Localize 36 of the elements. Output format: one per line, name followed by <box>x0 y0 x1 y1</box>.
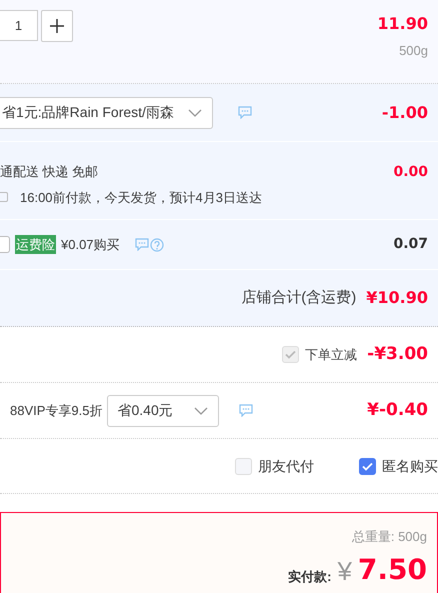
help-icon[interactable] <box>150 238 164 252</box>
insurance-price: ¥0.07购买 <box>61 236 120 254</box>
delivery-note: 16:00前付款，今天发货，预计4月3日送达 <box>20 188 262 206</box>
check-icon <box>285 350 296 359</box>
insurance-badge: 运费险 <box>15 234 56 254</box>
quantity-field[interactable]: 1 <box>0 10 38 41</box>
checkbox[interactable] <box>359 458 376 474</box>
plus-icon <box>50 19 64 33</box>
total-weight: 总重量: 500g <box>352 528 427 546</box>
pay-total: 7.50 <box>358 552 427 588</box>
currency-sign: ¥ <box>337 554 352 588</box>
delivery-amount: 0.00 <box>393 163 428 182</box>
chevron-down-icon <box>188 108 202 116</box>
vip-label: 88VIP专享9.5折 <box>10 402 102 420</box>
option-label: 朋友代付 <box>258 456 314 476</box>
discount-amount: -1.00 <box>382 102 428 124</box>
chat-icon[interactable] <box>238 404 252 417</box>
pay-label: 实付款: <box>288 568 332 586</box>
vip-discount-select[interactable]: 省0.40元 <box>106 394 218 426</box>
chat-icon[interactable] <box>134 238 149 251</box>
item-weight: 500g <box>399 42 428 60</box>
shop-total-label: 店铺合计(含运费) <box>241 288 356 308</box>
item-price: 11.90 <box>377 13 428 35</box>
instant-discount-amount: -¥3.00 <box>367 342 428 366</box>
option-label: 匿名购买 <box>382 456 438 476</box>
shop-total-amount: ¥10.90 <box>366 287 428 309</box>
discount-select[interactable]: 省1元:品牌Rain Forest/雨森 <box>0 96 213 128</box>
vip-amount: ¥-0.40 <box>367 398 428 422</box>
plus-button[interactable] <box>41 10 73 42</box>
checkbox[interactable] <box>0 236 10 253</box>
check-icon <box>362 462 373 470</box>
delivery-method: 通配送 快递 免邮 <box>0 163 100 181</box>
chat-icon[interactable] <box>238 106 252 119</box>
chevron-down-icon <box>194 406 208 414</box>
insurance-amount: 0.07 <box>393 235 428 254</box>
instant-discount-label: 下单立减 <box>305 346 358 364</box>
